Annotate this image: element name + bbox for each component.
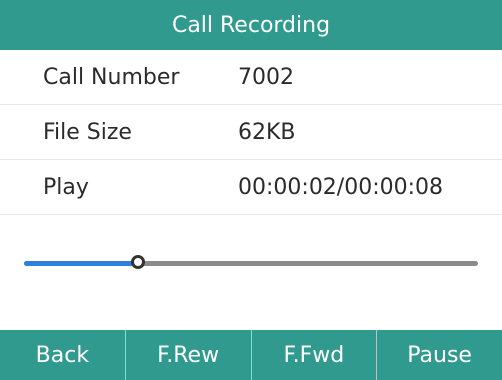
file-size-value: 62KB [238, 120, 296, 145]
page-title: Call Recording [171, 12, 331, 38]
softkey-bar: Back F.Rew F.Fwd Pause [0, 330, 502, 380]
playback-position-handle[interactable] [130, 255, 145, 269]
recording-details: Call Number 7002 File Size 62KB Play 00:… [0, 50, 502, 215]
progress-area [0, 215, 502, 330]
play-time-value: 00:00:02/00:00:08 [238, 175, 444, 200]
title-bar: Call Recording [0, 0, 502, 50]
playback-progress-fill [24, 261, 138, 266]
call-recording-screen: Call Recording Call Number 7002 File Siz… [0, 0, 502, 380]
back-button[interactable]: Back [0, 330, 126, 380]
fast-rewind-button[interactable]: F.Rew [126, 330, 252, 380]
playback-progress-bar[interactable] [24, 255, 478, 269]
pause-button[interactable]: Pause [377, 330, 502, 380]
call-number-row: Call Number 7002 [0, 50, 502, 105]
call-number-label: Call Number [43, 65, 180, 90]
fast-forward-button[interactable]: F.Fwd [252, 330, 378, 380]
play-time-row: Play 00:00:02/00:00:08 [0, 160, 502, 215]
file-size-label: File Size [43, 120, 132, 145]
play-label: Play [43, 175, 89, 200]
call-number-value: 7002 [238, 65, 294, 90]
file-size-row: File Size 62KB [0, 105, 502, 160]
